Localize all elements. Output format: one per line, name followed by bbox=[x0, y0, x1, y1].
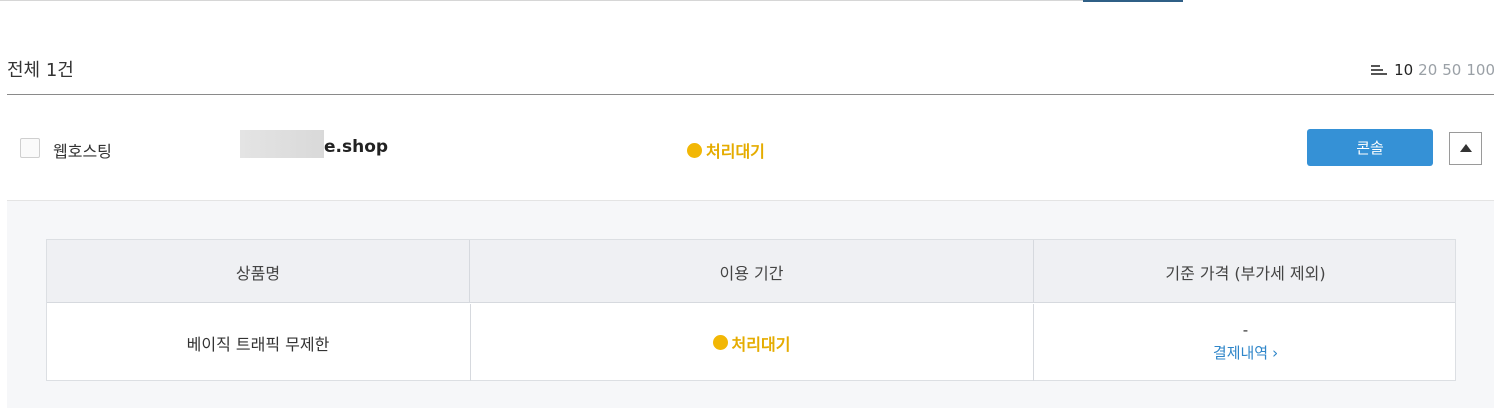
status-badge: 처리대기 bbox=[687, 138, 765, 162]
price-value: - bbox=[1242, 321, 1249, 339]
payment-history-label: 결제내역 bbox=[1212, 344, 1269, 362]
status-dot-icon bbox=[712, 335, 728, 350]
page-size-option-20[interactable]: 20 bbox=[1418, 61, 1437, 79]
total-count: 전체 1건 bbox=[7, 60, 74, 81]
period-cell: 처리대기 bbox=[470, 304, 1033, 381]
page-size-option-50[interactable]: 50 bbox=[1442, 61, 1461, 79]
column-header-period: 이용 기간 bbox=[719, 263, 784, 283]
list-size-icon bbox=[1371, 63, 1388, 77]
search-bar-bottom-border bbox=[0, 0, 1183, 1]
product-detail-table: 상품명 이용 기간 기준 가격 (부가세 제외) 베이직 트래픽 무제한 처리대… bbox=[46, 239, 1456, 381]
header-divider-1 bbox=[469, 240, 470, 303]
page-size-option-100[interactable]: 100 bbox=[1466, 61, 1495, 79]
domain-name: e.shop bbox=[240, 129, 388, 159]
column-header-product: 상품명 bbox=[235, 263, 281, 283]
page-size-selector: 10 20 50 100 bbox=[1371, 61, 1495, 79]
status-label: 처리대기 bbox=[706, 142, 765, 161]
service-type-label: 웹호스팅 bbox=[53, 142, 112, 161]
period-status-badge: 처리대기 bbox=[712, 331, 791, 355]
domain-redaction bbox=[240, 130, 324, 158]
header-divider-2 bbox=[1033, 240, 1034, 303]
console-button[interactable]: 콘솔 bbox=[1307, 129, 1433, 166]
chevron-right-icon: › bbox=[1272, 343, 1279, 362]
product-name-cell: 베이직 트래픽 무제한 bbox=[186, 334, 330, 354]
payment-history-link[interactable]: 결제내역 › bbox=[1213, 342, 1278, 363]
status-dot-icon bbox=[687, 142, 702, 158]
search-button-edge bbox=[1083, 0, 1183, 2]
caret-up-icon bbox=[1460, 144, 1472, 152]
page-size-option-10[interactable]: 10 bbox=[1394, 61, 1413, 79]
collapse-toggle-button[interactable] bbox=[1449, 132, 1482, 165]
domain-suffix: e.shop bbox=[324, 137, 389, 157]
row-checkbox[interactable] bbox=[20, 138, 40, 158]
price-cell: - 결제내역 › bbox=[1034, 304, 1457, 381]
service-row: 웹호스팅 e.shop 처리대기 콘솔 bbox=[7, 95, 1494, 201]
column-header-price: 기준 가격 (부가세 제외) bbox=[1165, 263, 1326, 283]
period-status-label: 처리대기 bbox=[731, 334, 791, 354]
